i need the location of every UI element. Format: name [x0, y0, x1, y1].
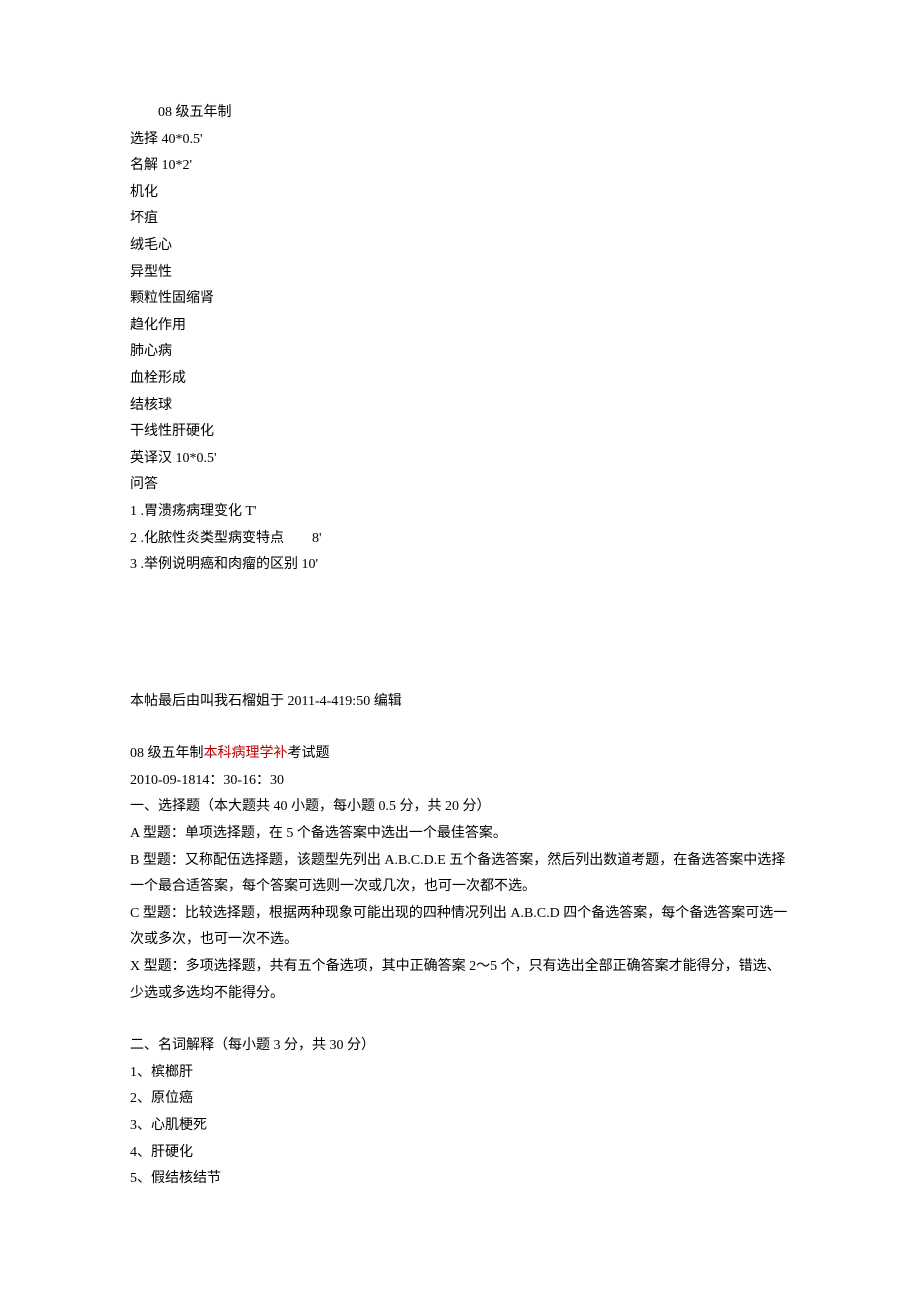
qa-item: 3 .举例说明癌和肉瘤的区别 10': [130, 552, 790, 579]
type-b: B 型题：又称配伍选择题，该题型先列出 A.B.C.D.E 五个备选答案，然后列…: [130, 848, 790, 901]
type-a: A 型题：单项选择题，在 5 个备选答案中选出一个最佳答案。: [130, 821, 790, 848]
definition-item: 2、原位癌: [130, 1086, 790, 1113]
term-item: 肺心病: [130, 339, 790, 366]
term-item: 颗粒性固缩肾: [130, 286, 790, 313]
definition-item: 5、假结核结节: [130, 1166, 790, 1193]
definition-item: 4、肝硬化: [130, 1140, 790, 1167]
type-c: C 型题：比较选择题，根据两种现象可能出现的四种情况列出 A.B.C.D 四个备…: [130, 901, 790, 954]
type-x: X 型题：多项选择题，共有五个备选项，其中正确答案 2～5 个，只有选出全部正确…: [130, 954, 790, 1007]
term-item: 异型性: [130, 260, 790, 287]
terms-line: 名解 10*2': [130, 153, 790, 180]
title-suffix: 考试题: [288, 746, 330, 761]
term-item: 坏疽: [130, 206, 790, 233]
spacer: [130, 715, 790, 741]
qa-num: 2: [130, 531, 137, 546]
term-item: 机化: [130, 180, 790, 207]
part1-title: 一、选择题（本大题共 40 小题，每小题 0.5 分，共 20 分）: [130, 794, 790, 821]
definition-item: 3、心肌梗死: [130, 1113, 790, 1140]
term-item: 干线性肝硬化: [130, 419, 790, 446]
trans-line: 英译汉 10*0.5': [130, 446, 790, 473]
exam-timestamp: 2010-09-1814：30-16：30: [130, 768, 790, 795]
qa-text: .化脓性炎类型病变特点: [141, 531, 285, 546]
spacer: [130, 1007, 790, 1033]
qa-item: 2 .化脓性炎类型病变特点 8': [130, 526, 790, 553]
edit-note: 本帖最后由叫我石榴姐于 2011-4-419:50 编辑: [130, 689, 790, 716]
choice-line: 选择 40*0.5': [130, 127, 790, 154]
qa-text: .举例说明癌和肉瘤的区别 10': [141, 557, 319, 572]
term-item: 绒毛心: [130, 233, 790, 260]
part2-title: 二、名词解释（每小题 3 分，共 30 分）: [130, 1033, 790, 1060]
qa-num: 3: [130, 557, 137, 572]
qa-text: .胃溃疡病理变化 T': [141, 504, 257, 519]
term-item: 结核球: [130, 393, 790, 420]
title-red: 本科病理学补: [204, 746, 288, 761]
qa-item: 1 .胃溃疡病理变化 T': [130, 499, 790, 526]
term-item: 趋化作用: [130, 313, 790, 340]
section1-title: 08 级五年制: [130, 100, 790, 127]
qa-num: 1: [130, 504, 137, 519]
definition-item: 1、槟榔肝: [130, 1060, 790, 1087]
term-item: 血栓形成: [130, 366, 790, 393]
qa-label: 问答: [130, 472, 790, 499]
section-divider: [130, 579, 790, 689]
qa-suffix: 8': [312, 531, 322, 546]
title-prefix: 08 级五年制: [130, 746, 204, 761]
section2-title: 08 级五年制本科病理学补考试题: [130, 741, 790, 768]
